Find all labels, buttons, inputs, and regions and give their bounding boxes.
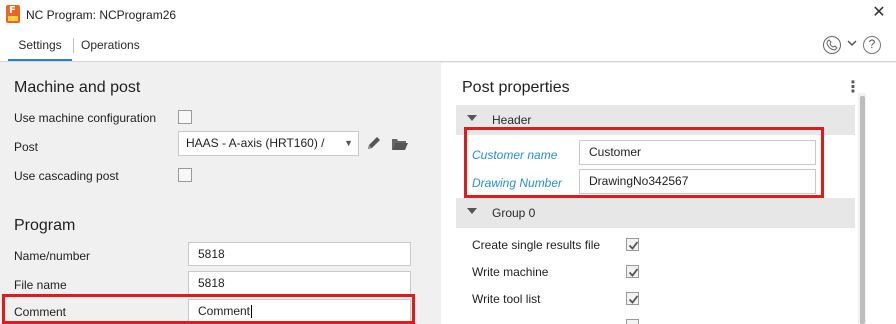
checkmark-icon (628, 241, 639, 250)
close-icon[interactable]: ✕ (870, 4, 888, 22)
collapse-triangle-icon (467, 115, 477, 121)
settings-panel: Machine and post Use machine configurati… (0, 63, 440, 324)
pen-icon[interactable] (366, 135, 382, 154)
file-name-label: File name (14, 278, 67, 292)
window-title: NC Program: NCProgram26 (26, 8, 177, 22)
help-icon[interactable]: ? (863, 36, 881, 54)
header-props-highlight-box (464, 127, 824, 198)
write-tool-list-checkbox[interactable] (626, 292, 639, 305)
post-select[interactable]: HAAS - A-axis (HRT160) / ▼ (178, 131, 359, 156)
group-header-label: Group 0 (492, 206, 536, 220)
group-header-label: Header (492, 113, 532, 127)
use-machine-configuration-checkbox[interactable] (178, 110, 192, 124)
use-cascading-post-label: Use cascading post (14, 169, 119, 183)
section-title-machine: Machine and post (14, 79, 141, 96)
title-bar: F NC Program: NCProgram26 ✕ (0, 0, 896, 30)
tab-divider (73, 38, 74, 53)
tab-settings[interactable]: Settings (8, 30, 72, 61)
collapse-triangle-icon (467, 208, 477, 214)
post-properties-title: Post properties (462, 79, 570, 96)
folder-icon[interactable] (391, 137, 409, 154)
checkmark-icon (628, 268, 639, 277)
create-single-results-file-checkbox[interactable] (626, 238, 639, 251)
use-machine-configuration-label: Use machine configuration (14, 111, 157, 125)
file-name-input[interactable]: 5818 (188, 271, 411, 295)
checkmark-icon (628, 295, 639, 304)
comment-highlight-box (2, 294, 415, 324)
write-machine-checkbox[interactable] (626, 265, 639, 278)
scrollbar-thumb[interactable] (860, 96, 865, 324)
app-icon: F (6, 5, 20, 23)
write-machine-label: Write machine (472, 265, 549, 279)
name-number-label: Name/number (14, 249, 91, 263)
tab-bar: Settings Operations ? (0, 30, 896, 62)
write-tool-list-label: Write tool list (472, 292, 541, 306)
partial-checkbox[interactable] (626, 319, 639, 324)
group-header-group0[interactable]: Group 0 (456, 198, 855, 228)
phone-icon[interactable] (823, 36, 841, 54)
name-number-input[interactable]: 5818 (188, 242, 411, 266)
create-single-results-file-label: Create single results file (472, 238, 601, 252)
dropdown-caret-icon: ▼ (344, 138, 353, 148)
use-cascading-post-checkbox[interactable] (178, 168, 192, 182)
post-properties-panel: Post properties ⋮ Header Customer name C… (441, 63, 896, 324)
chevron-down-icon[interactable] (847, 37, 857, 52)
post-label: Post (14, 140, 39, 154)
tab-operations[interactable]: Operations (81, 30, 140, 61)
post-select-value: HAAS - A-axis (HRT160) / (186, 136, 325, 150)
section-title-program: Program (14, 217, 76, 234)
